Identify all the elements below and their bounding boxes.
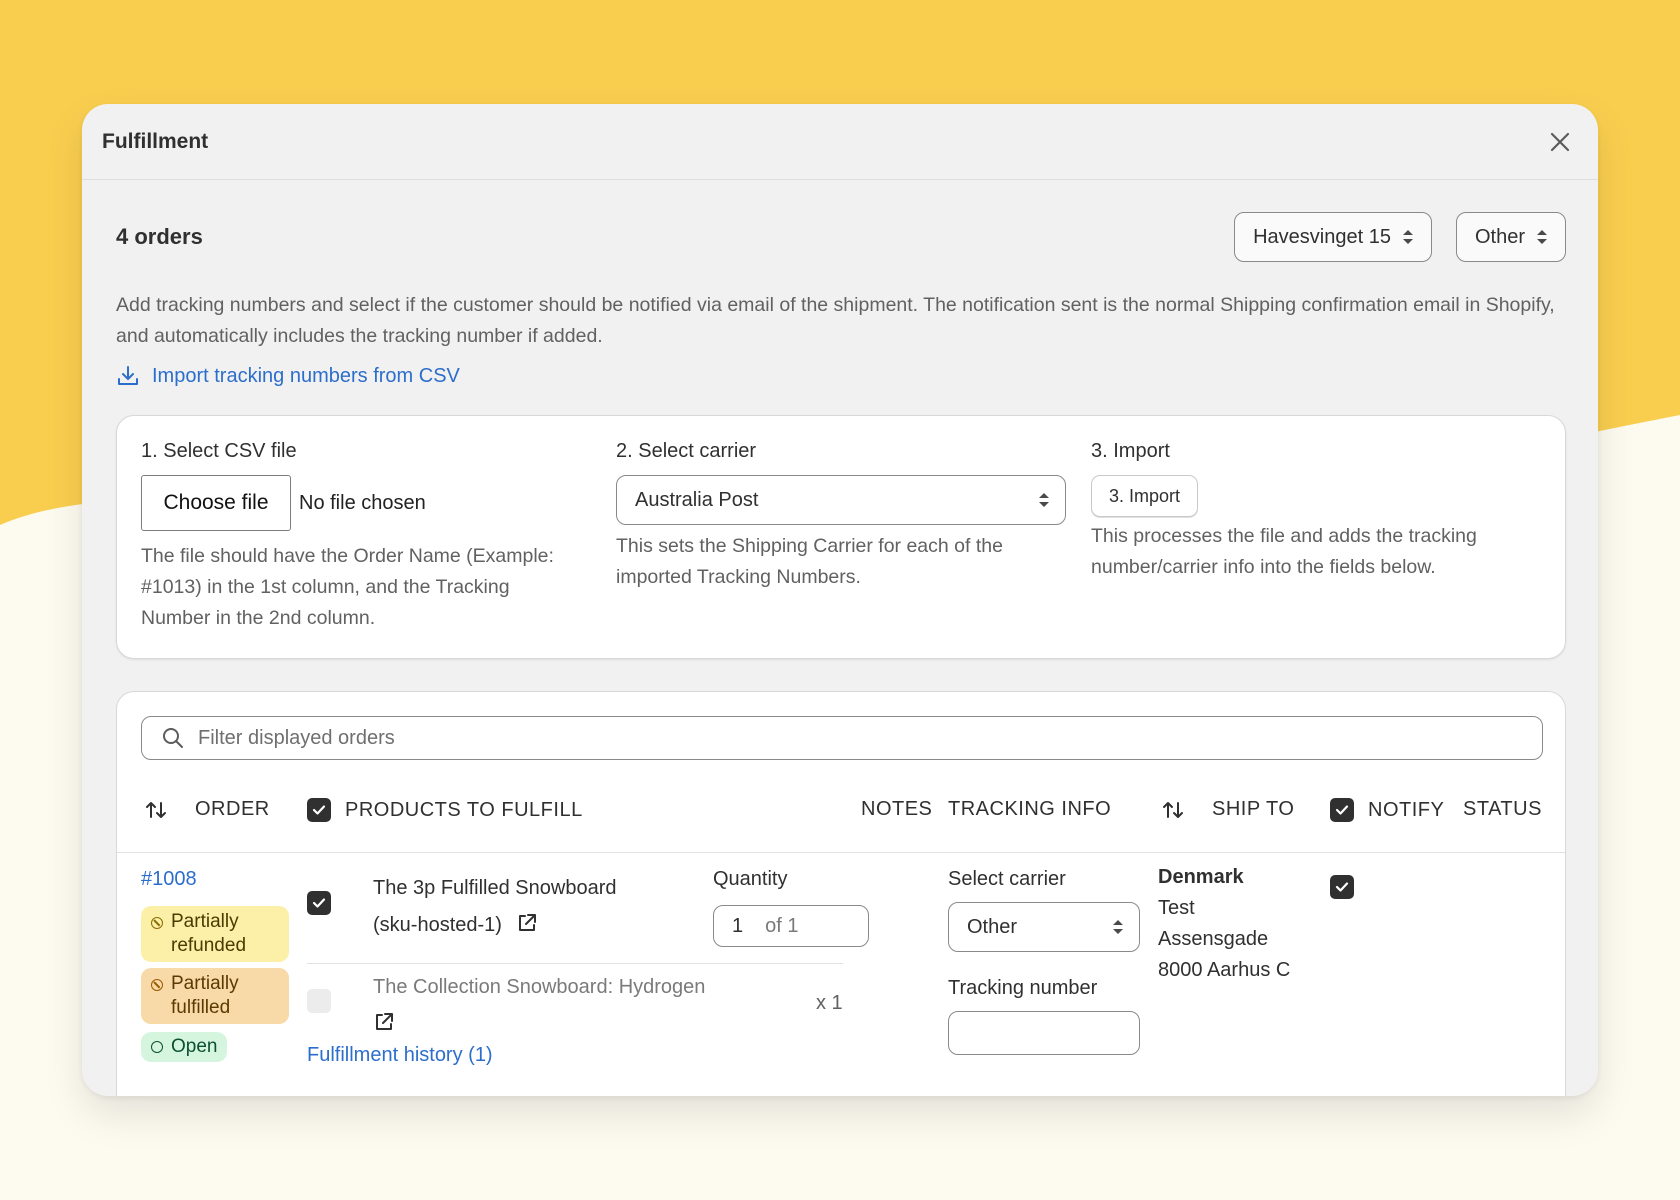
no-file-text: No file chosen — [299, 491, 426, 514]
download-icon — [118, 366, 138, 385]
status-header-label: STATUS — [1463, 798, 1542, 820]
status-badge-refunded: Partially refunded — [141, 906, 289, 962]
quantity-of: of 1 — [765, 914, 799, 937]
instructions-text: Add tracking numbers and select if the c… — [116, 294, 1555, 347]
sort-icon — [1163, 801, 1183, 818]
ship-name: Test — [1158, 897, 1195, 919]
row-carrier-value: Other — [967, 915, 1018, 938]
status-column-header: STATUS — [1463, 798, 1542, 821]
notify-all-checkbox[interactable] — [1330, 798, 1354, 822]
location-select[interactable]: Havesvinget 15 — [1234, 212, 1432, 262]
products-column-header: PRODUCTS TO FULFILL — [307, 798, 583, 822]
csv-step-2: 2. Select carrier Australia Post This se… — [616, 440, 1066, 593]
badge-fulfill-line2: fulfilled — [171, 997, 231, 1018]
ship-to-address: Denmark Test Assensgade 8000 Aarhus C — [1158, 862, 1290, 986]
badge-fulfill-line1: Partially — [171, 973, 239, 994]
ship-city: 8000 Aarhus C — [1158, 959, 1291, 981]
close-icon[interactable] — [1542, 124, 1578, 160]
external-link-icon[interactable] — [373, 1011, 395, 1033]
status-badge-open: Open — [141, 1032, 228, 1062]
step-1-help: The file should have the Order Name (Exa… — [141, 545, 554, 629]
carrier-select-value: Australia Post — [635, 488, 759, 511]
quantity-input[interactable]: 1 of 1 — [713, 905, 869, 947]
select-arrows-icon — [1402, 230, 1413, 244]
step-3-help: This processes the file and adds the tra… — [1091, 525, 1477, 578]
csv-step-1: 1. Select CSV file Choose file No file c… — [141, 440, 571, 634]
ship-street: Assensgade — [1158, 928, 1269, 950]
orders-count: 4 orders — [116, 224, 203, 249]
notify-column-header: NOTIFY — [1330, 798, 1444, 822]
product-name-disabled: The Collection Snowboard: Hydrogen — [373, 969, 705, 1043]
partial-status-icon — [151, 917, 163, 929]
choose-file-button[interactable]: Choose file — [141, 475, 291, 531]
select-carrier-label: Select carrier — [948, 868, 1066, 890]
product-sku: (sku-hosted-1) — [373, 914, 502, 936]
carrier-select[interactable]: Australia Post — [616, 475, 1066, 525]
fulfillment-history-link[interactable]: Fulfillment history (1) — [307, 1044, 493, 1067]
sort-icon — [146, 801, 166, 818]
quantity-label: Quantity — [713, 868, 788, 890]
modal-title: Fulfillment — [102, 129, 209, 153]
tracking-number-label: Tracking number — [948, 977, 1098, 999]
orders-toolbar: 4 orders Havesvinget 15 Other — [116, 212, 1566, 262]
filter-placeholder: Filter displayed orders — [198, 726, 395, 749]
order-link[interactable]: #1008 — [141, 868, 197, 891]
select-arrows-icon — [1537, 230, 1547, 244]
partial-status-icon — [151, 979, 163, 991]
product-checkbox-disabled — [307, 989, 331, 1013]
ship-country: Denmark — [1158, 866, 1244, 888]
badge-refund-line2: refunded — [171, 935, 247, 956]
location-select-value: Havesvinget 15 — [1253, 225, 1391, 248]
tracking-column-header: TRACKING INFO — [948, 798, 1111, 821]
external-link-icon[interactable] — [516, 912, 538, 934]
row-carrier-select[interactable]: Other — [948, 902, 1140, 952]
ship-to-column-header[interactable]: SHIP TO — [1162, 798, 1294, 821]
step-3-title: 3. Import — [1091, 440, 1170, 462]
notify-header-label: NOTIFY — [1368, 798, 1445, 821]
search-icon — [163, 728, 183, 748]
products-header-label: PRODUCTS TO FULFILL — [345, 798, 583, 821]
filter-orders-input[interactable]: Filter displayed orders — [141, 716, 1543, 760]
carrier-filter-value: Other — [1474, 225, 1525, 248]
step-2-help: This sets the Shipping Carrier for each … — [616, 535, 1003, 588]
quantity-value: 1 — [732, 914, 744, 937]
product2-quantity: x 1 — [816, 992, 843, 1014]
select-all-products-checkbox[interactable] — [307, 798, 331, 822]
ship-to-header-label: SHIP TO — [1212, 798, 1295, 820]
badge-refund-line1: Partially — [171, 911, 239, 932]
product-name-line1: The 3p Fulfilled Snowboard — [373, 877, 617, 899]
notes-header-label: NOTES — [861, 798, 933, 820]
open-status-icon — [151, 1041, 163, 1053]
import-button[interactable]: 3. Import — [1091, 475, 1199, 517]
product-divider — [307, 963, 843, 964]
orders-card: Filter displayed orders ORDER PRODUCTS T… — [116, 691, 1566, 1096]
product-name: The 3p Fulfilled Snowboard (sku-hosted-1… — [373, 870, 616, 944]
product2-name: The Collection Snowboard: Hydrogen — [373, 976, 706, 998]
order-column-header[interactable]: ORDER — [145, 798, 270, 821]
tracking-number-input[interactable] — [948, 1011, 1140, 1055]
carrier-filter-select[interactable]: Other — [1455, 212, 1566, 262]
step-2-title: 2. Select carrier — [616, 440, 757, 462]
csv-import-card: 1. Select CSV file Choose file No file c… — [116, 415, 1566, 659]
notes-column-header: NOTES — [861, 798, 932, 821]
status-badge-fulfilled: Partially fulfilled — [141, 968, 289, 1024]
fulfillment-modal: Fulfillment 4 orders Havesvinget 15 Othe… — [82, 104, 1598, 1096]
select-arrows-icon — [1039, 493, 1049, 507]
tracking-header-label: TRACKING INFO — [948, 798, 1112, 820]
csv-step-3: 3. Import 3. Import This processes the f… — [1091, 440, 1541, 583]
select-arrows-icon — [1113, 920, 1123, 934]
import-csv-link-label: Import tracking numbers from CSV — [152, 364, 460, 387]
order-header-label: ORDER — [195, 798, 270, 820]
notify-checkbox[interactable] — [1330, 875, 1354, 899]
header-divider — [117, 852, 1565, 853]
modal-header: Fulfillment — [82, 104, 1598, 180]
badge-open-label: Open — [171, 1036, 218, 1057]
product-checkbox[interactable] — [307, 891, 331, 915]
step-1-title: 1. Select CSV file — [141, 440, 297, 462]
import-csv-link[interactable]: Import tracking numbers from CSV — [116, 364, 460, 388]
